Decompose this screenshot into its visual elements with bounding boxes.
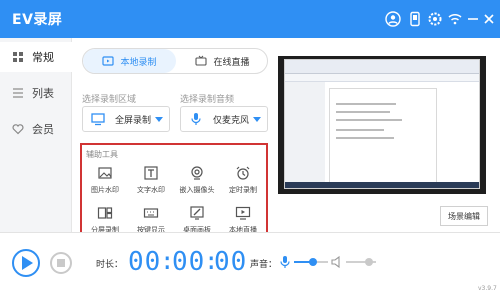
timer-minutes: 00	[172, 247, 206, 277]
audio-value: 仅麦克风	[213, 115, 250, 126]
sidebar-item-list[interactable]: 列表	[0, 78, 72, 108]
preview-taskbar	[285, 182, 479, 188]
sidebar-item-label: 列表	[32, 87, 54, 100]
tab-label: 本地录制	[120, 57, 157, 68]
mode-tabs: 本地录制 在线直播	[82, 48, 268, 74]
preview-text-line	[336, 137, 394, 139]
sidebar-item-general[interactable]: 常规	[0, 42, 72, 72]
title-bar: EV录屏	[0, 0, 500, 38]
record-start-button[interactable]	[12, 249, 40, 277]
monitor-icon	[91, 113, 105, 126]
tool-scheduled-record[interactable]: 定时录制	[221, 165, 265, 199]
play-icon	[22, 256, 33, 270]
preview-text-line	[336, 111, 390, 113]
sidebar-item-label: 常规	[32, 51, 54, 64]
audio-label: 选择录制音频	[180, 95, 235, 105]
sidebar-item-member[interactable]: 会员	[0, 114, 72, 144]
text-icon	[144, 166, 158, 180]
gear-icon[interactable]	[426, 10, 444, 28]
audio-select[interactable]: 仅麦克风	[180, 106, 268, 132]
sidebar: 常规 列表 会员	[0, 38, 72, 232]
aux-tools-panel: 辅助工具 图片水印 文字水印 嵌入摄像头 定时录制 分屏录制 按键显示 桌面画板…	[80, 143, 268, 240]
record-area-value: 全屏录制	[115, 115, 152, 126]
speaker-icon[interactable]	[330, 255, 344, 269]
app-title: EV录屏	[12, 12, 63, 28]
keyboard-icon	[143, 208, 159, 218]
image-icon	[98, 167, 112, 179]
heart-icon	[12, 124, 24, 135]
tab-online-live[interactable]: 在线直播	[176, 49, 267, 73]
list-icon	[13, 88, 23, 98]
preview-toolbar	[285, 74, 479, 82]
speaker-slider-knob[interactable]	[364, 258, 373, 266]
alarm-icon	[236, 166, 250, 180]
tool-label: 定时录制	[229, 186, 257, 194]
screen-preview	[278, 56, 486, 194]
preview-screen-image	[284, 59, 480, 189]
preview-ribbon	[285, 60, 479, 74]
wifi-icon[interactable]	[446, 10, 464, 28]
record-area-select[interactable]: 全屏录制	[82, 106, 170, 132]
tool-label: 图片水印	[91, 186, 119, 194]
timer-seconds: 00	[214, 247, 248, 277]
split-screen-icon	[97, 207, 113, 219]
tool-label: 文字水印	[137, 186, 165, 194]
sidebar-item-label: 会员	[32, 123, 54, 136]
video-icon	[102, 56, 115, 66]
preview-text-line	[336, 103, 396, 105]
tab-local-record[interactable]: 本地录制	[83, 49, 176, 73]
tool-label: 嵌入摄像头	[179, 186, 215, 194]
tool-image-watermark[interactable]: 图片水印	[83, 165, 127, 199]
aux-tools-title: 辅助工具	[86, 150, 118, 159]
preview-text-line	[336, 119, 402, 121]
preview-side-panel	[285, 82, 325, 182]
settings-icon	[13, 52, 23, 62]
preview-text-line	[336, 129, 384, 131]
mic-slider-knob[interactable]	[308, 258, 317, 266]
user-icon[interactable]	[384, 10, 402, 28]
tool-embed-camera[interactable]: 嵌入摄像头	[175, 165, 219, 199]
version-label: v3.9.7	[478, 285, 497, 292]
tv-icon	[195, 55, 208, 66]
close-icon[interactable]	[480, 10, 498, 28]
chevron-down-icon	[253, 117, 261, 122]
camera-icon	[191, 166, 203, 180]
duration-label: 时长：	[96, 260, 124, 270]
preview-document-page	[329, 88, 437, 186]
record-area-label: 选择录制区域	[82, 95, 137, 105]
chevron-down-icon	[155, 117, 163, 122]
microphone-icon[interactable]	[278, 255, 292, 269]
microphone-icon	[191, 113, 201, 125]
bottom-bar: 时长： 00 : 00 : 00 声音： v3.9.7	[0, 232, 500, 296]
sound-label: 声音：	[250, 260, 278, 270]
drawing-board-icon	[190, 206, 204, 220]
tab-label: 在线直播	[213, 57, 250, 68]
tool-text-watermark[interactable]: 文字水印	[129, 165, 173, 199]
stop-icon	[57, 259, 65, 267]
record-stop-button[interactable]	[50, 252, 72, 274]
timer-hours: 00	[128, 247, 162, 277]
phone-icon[interactable]	[406, 10, 424, 28]
live-icon	[235, 206, 251, 220]
scene-edit-button[interactable]: 场景编辑	[440, 206, 488, 226]
